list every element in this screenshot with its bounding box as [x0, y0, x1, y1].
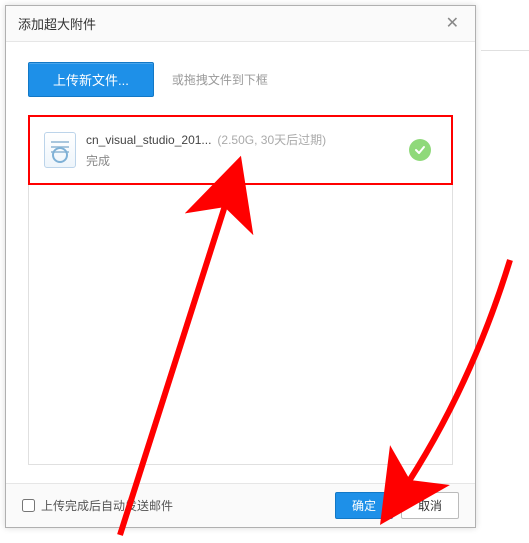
dialog-title: 添加超大附件: [18, 14, 96, 33]
file-type-icon: [44, 132, 76, 168]
auto-send-checkbox[interactable]: 上传完成后自动发送邮件: [22, 497, 173, 514]
dialog-footer: 上传完成后自动发送邮件 确定 取消: [6, 483, 475, 527]
file-name: cn_visual_studio_201...: [86, 133, 211, 147]
ok-button[interactable]: 确定: [335, 492, 393, 519]
upload-new-file-button[interactable]: 上传新文件...: [28, 62, 154, 97]
upload-row: 上传新文件... 或拖拽文件到下框: [28, 62, 453, 97]
complete-check-icon: [409, 139, 431, 161]
file-meta: (2.50G, 30天后过期): [217, 131, 326, 148]
file-drop-area[interactable]: cn_visual_studio_201... (2.50G, 30天后过期) …: [28, 115, 453, 465]
cancel-button[interactable]: 取消: [401, 492, 459, 519]
auto-send-label: 上传完成后自动发送邮件: [41, 497, 173, 514]
dialog-header: 添加超大附件 ✕: [6, 6, 475, 42]
file-info: cn_visual_studio_201... (2.50G, 30天后过期) …: [86, 131, 399, 169]
dialog-body: 上传新文件... 或拖拽文件到下框 cn_visual_studio_201..…: [6, 42, 475, 483]
file-item[interactable]: cn_visual_studio_201... (2.50G, 30天后过期) …: [28, 115, 453, 185]
large-attachment-dialog: 添加超大附件 ✕ 上传新文件... 或拖拽文件到下框 cn_visual_stu…: [5, 5, 476, 528]
auto-send-checkbox-input[interactable]: [22, 499, 35, 512]
drag-hint-label: 或拖拽文件到下框: [172, 71, 268, 88]
close-icon[interactable]: ✕: [442, 16, 463, 32]
file-status: 完成: [86, 152, 399, 169]
